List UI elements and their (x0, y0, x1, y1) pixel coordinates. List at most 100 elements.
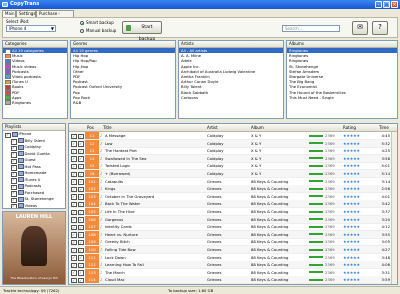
track-checkbox[interactable] (71, 179, 77, 185)
mail-icon[interactable]: ✉ (352, 21, 368, 35)
track-checkbox[interactable] (71, 156, 77, 162)
track-checkbox[interactable] (71, 239, 77, 246)
track-sync-checkbox[interactable] (78, 262, 84, 269)
track-sync-checkbox[interactable] (78, 224, 84, 231)
rating-stars-icon[interactable]: ★★★★★ (343, 223, 373, 230)
maximize-icon[interactable]: □ (383, 1, 390, 8)
col-rating[interactable]: Rating (343, 124, 356, 131)
manual-backup-radio[interactable] (80, 29, 84, 33)
playlist-item[interactable]: iTunes U (3, 177, 65, 184)
track-sync-checkbox[interactable] (78, 232, 84, 238)
rating-stars-icon[interactable]: ★★★★★ (343, 269, 373, 276)
track-row[interactable]: 114♪Cloud Mac Grieves 88 Keys & Counting 23… (69, 276, 391, 284)
track-pos: 108 (85, 230, 99, 238)
close-icon[interactable]: × (391, 1, 398, 8)
track-sync-checkbox[interactable] (78, 239, 84, 246)
playlist-item[interactable]: Homemade (3, 170, 65, 178)
track-checkbox[interactable] (71, 186, 77, 193)
track-checkbox[interactable] (71, 270, 77, 276)
rating-stars-icon[interactable]: ★★★★★ (343, 208, 373, 215)
rating-stars-icon[interactable]: ★★★★★ (343, 276, 373, 283)
track-checkbox[interactable] (71, 262, 77, 269)
track-checkbox[interactable] (71, 209, 77, 216)
genres-item[interactable]: R&B (71, 100, 175, 105)
rating-stars-icon[interactable]: ★★★★★ (343, 178, 373, 185)
rating-stars-icon[interactable]: ★★★★★ (343, 216, 373, 223)
playlist-item[interactable]: Purchased (3, 190, 65, 197)
track-sync-checkbox[interactable] (78, 148, 84, 155)
rating-stars-icon[interactable]: ★★★★★ (343, 155, 373, 162)
track-sync-checkbox[interactable] (78, 194, 84, 200)
rating-stars-icon[interactable]: ★★★★★ (343, 162, 373, 169)
rating-stars-icon[interactable]: ★★★★★ (343, 254, 373, 261)
track-checkbox[interactable] (71, 133, 77, 140)
artists-item[interactable]: Cartoons (179, 95, 283, 100)
rating-stars-icon[interactable]: ★★★★★ (343, 132, 373, 139)
track-scrollbar[interactable] (391, 132, 397, 284)
help-icon[interactable]: ? (372, 21, 388, 35)
rating-stars-icon[interactable]: ★★★★★ (343, 193, 373, 200)
device-select[interactable]: iPhone 4 ▼ (6, 25, 56, 32)
track-checkbox[interactable] (71, 224, 77, 231)
track-album: X & Y (251, 140, 262, 146)
track-checkbox[interactable] (71, 171, 77, 178)
track-checkbox[interactable] (71, 141, 77, 147)
track-sync-checkbox[interactable] (78, 209, 84, 216)
track-sync-checkbox[interactable] (78, 255, 84, 261)
track-sync-checkbox[interactable] (78, 133, 84, 140)
playlist-item[interactable]: Videos (3, 203, 65, 208)
track-checkbox[interactable] (71, 277, 77, 284)
start-backup-button[interactable]: Start backup (122, 21, 162, 42)
rating-stars-icon[interactable]: ★★★★★ (343, 170, 373, 177)
col-album[interactable]: Album (251, 124, 264, 131)
col-time[interactable]: Time (379, 124, 389, 131)
tab-settings[interactable]: Settings (16, 10, 36, 17)
track-sync-checkbox[interactable] (78, 141, 84, 147)
minimize-icon[interactable]: – (375, 1, 382, 8)
track-checkbox[interactable] (71, 163, 77, 170)
playlist-item[interactable]: St. Stonehenge (3, 196, 65, 204)
tab-main[interactable]: Main (2, 10, 16, 17)
track-sync-checkbox[interactable] (78, 156, 84, 162)
col-pos[interactable]: Pos (87, 124, 94, 131)
track-checkbox[interactable] (71, 255, 77, 261)
playlist-item[interactable]: David Guetta (3, 151, 65, 158)
track-sync-checkbox[interactable] (78, 270, 84, 276)
track-sync-checkbox[interactable] (78, 217, 84, 223)
col-artist[interactable]: Artist (207, 124, 218, 131)
albums-item[interactable]: This Must Need - Single (287, 95, 397, 100)
track-checkbox[interactable] (71, 194, 77, 200)
rating-stars-icon[interactable]: ★★★★★ (343, 246, 373, 253)
playlist-item[interactable]: Podcasts (3, 183, 65, 191)
track-checkbox[interactable] (71, 247, 77, 254)
rating-stars-icon[interactable]: ★★★★★ (343, 261, 373, 268)
playlist-item[interactable]: Hot Pass (3, 164, 65, 171)
rating-stars-icon[interactable]: ★★★★★ (343, 238, 373, 245)
rating-stars-icon[interactable]: ★★★★★ (343, 147, 373, 154)
rating-stars-icon[interactable]: ★★★★★ (343, 185, 373, 192)
rating-stars-icon[interactable]: ★★★★★ (343, 140, 373, 147)
track-checkbox[interactable] (71, 201, 77, 208)
track-checkbox[interactable] (71, 148, 77, 155)
track-checkbox[interactable] (71, 217, 77, 223)
playlist-item[interactable]: iPhone (3, 131, 65, 139)
playlist-item[interactable]: Guest (3, 157, 65, 165)
tab-purchase[interactable]: Purchase - Activate (36, 10, 74, 22)
search-input[interactable]: Search... (282, 25, 340, 32)
track-sync-checkbox[interactable] (78, 171, 84, 178)
col-title[interactable]: Title (103, 124, 112, 131)
playlist-item[interactable]: Coldplay (3, 144, 65, 152)
rating-stars-icon[interactable]: ★★★★★ (343, 231, 373, 238)
track-sync-checkbox[interactable] (78, 201, 84, 208)
track-sync-checkbox[interactable] (78, 277, 84, 284)
smart-backup-radio[interactable] (80, 21, 84, 25)
track-sync-checkbox[interactable] (78, 247, 84, 254)
track-sync-checkbox[interactable] (78, 163, 84, 170)
playlist-item[interactable]: Billy Talent (3, 138, 65, 145)
track-sync-checkbox[interactable] (78, 179, 84, 185)
track-sync-checkbox[interactable] (78, 186, 84, 193)
rating-stars-icon[interactable]: ★★★★★ (343, 200, 373, 207)
categories-item[interactable]: Ringtones (3, 100, 67, 106)
track-checkbox[interactable] (71, 232, 77, 238)
playlist-checkbox[interactable] (11, 203, 17, 208)
